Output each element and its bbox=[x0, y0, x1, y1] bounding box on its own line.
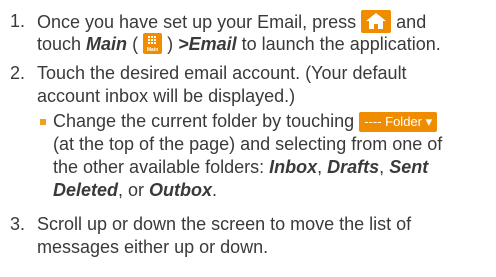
step-text: touch bbox=[37, 34, 87, 54]
step-text: Once you have set up your Email, press bbox=[37, 12, 362, 32]
separator: , bbox=[317, 157, 328, 177]
folder-dropdown-icon: ---- Folder ▾ bbox=[359, 112, 438, 132]
paren: ( bbox=[127, 34, 144, 54]
step-text: and bbox=[391, 12, 427, 32]
step-number: 2. bbox=[10, 63, 26, 83]
bullet-text: Change the current folder by touching bbox=[53, 111, 360, 131]
folder-name-inbox: Inbox bbox=[269, 157, 318, 177]
folder-name-drafts: Drafts bbox=[327, 157, 380, 177]
bullet-text-line: Deleted, or Outbox. bbox=[53, 179, 217, 202]
step-text: to launch the application. bbox=[236, 34, 441, 54]
bullet-text: the other available folders: bbox=[53, 157, 270, 177]
folder-name-outbox: Outbox bbox=[149, 180, 213, 200]
bullet-text-line: (at the top of the page) and selecting f… bbox=[53, 134, 443, 154]
home-icon bbox=[361, 10, 392, 33]
step-number: 3. bbox=[10, 214, 26, 234]
step-number: 1. bbox=[10, 11, 26, 31]
folder-name-sent: Sent bbox=[389, 157, 429, 177]
email-label: Email bbox=[188, 34, 237, 54]
paren: ) bbox=[162, 34, 179, 54]
separator: , bbox=[379, 157, 390, 177]
separator: , or bbox=[118, 180, 150, 200]
bullet-text-line: the other available folders: Inbox, Draf… bbox=[53, 156, 428, 179]
bullet-text-line: Change the current folder by touching --… bbox=[53, 110, 438, 133]
step-text-line: touch Main ( Main ) >Email to launch the… bbox=[37, 33, 441, 56]
main-label: Main bbox=[86, 34, 128, 54]
main-menu-icon: Main bbox=[143, 33, 163, 54]
step-text-line: Scroll up or down the screen to move the… bbox=[37, 214, 412, 234]
bullet-marker bbox=[40, 119, 46, 125]
step-text-line: Touch the desired email account. (Your d… bbox=[37, 63, 407, 83]
step-text-line: account inbox will be displayed.) bbox=[37, 86, 296, 106]
step-text-line: messages either up or down. bbox=[37, 237, 269, 257]
arrow: > bbox=[178, 34, 189, 54]
period: . bbox=[212, 180, 218, 200]
folder-name-deleted: Deleted bbox=[53, 180, 119, 200]
step-text-line: Once you have set up your Email, press a… bbox=[37, 10, 426, 34]
main-icon-label: Main bbox=[146, 47, 159, 53]
